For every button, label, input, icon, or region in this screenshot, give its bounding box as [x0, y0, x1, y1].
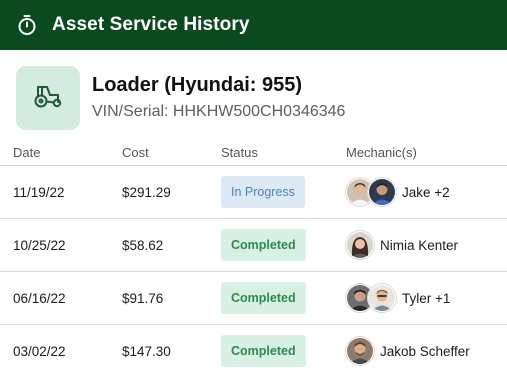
mechanic-name: Tyler +1	[402, 290, 451, 306]
row-mechanics: Jakob Scheffer	[346, 337, 507, 365]
asset-summary: Loader (Hyundai: 955) VIN/Serial: HHKHW5…	[0, 50, 507, 130]
row-mechanics: Tyler +1	[346, 284, 507, 312]
status-badge: Completed	[221, 335, 306, 367]
asset-service-history-card: Asset Service History Loader (Hyundai: 9…	[0, 0, 507, 377]
status-badge: Completed	[221, 229, 306, 261]
asset-icon-tile	[16, 66, 80, 130]
column-header-cost: Cost	[122, 145, 149, 160]
row-date: 11/19/22	[13, 184, 65, 200]
row-date: 10/25/22	[13, 237, 66, 253]
row-cost: $91.76	[122, 290, 164, 306]
stopwatch-icon	[16, 14, 38, 36]
avatar-stack	[346, 178, 396, 206]
table-row[interactable]: 11/19/22 $291.29 In Progress Jake +2	[0, 166, 507, 219]
row-date: 06/16/22	[13, 290, 66, 306]
column-header-mechanics: Mechanic(s)	[346, 145, 417, 160]
card-header: Asset Service History	[0, 0, 507, 50]
row-date: 03/02/22	[13, 343, 66, 359]
row-mechanics: Jake +2	[346, 178, 507, 206]
mechanic-name: Nimia Kenter	[380, 237, 459, 253]
avatar	[346, 337, 374, 365]
avatar	[346, 231, 374, 259]
tractor-icon	[32, 82, 64, 115]
avatar-stack	[346, 231, 374, 259]
row-cost: $147.30	[122, 343, 171, 359]
avatar	[368, 178, 396, 206]
mechanic-name: Jakob Scheffer	[380, 343, 470, 359]
table-row[interactable]: 10/25/22 $58.62 Completed Nimia Kenter	[0, 219, 507, 272]
table-row[interactable]: 03/02/22 $147.30 Completed Jakob Scheffe…	[0, 325, 507, 377]
header-title: Asset Service History	[52, 14, 250, 35]
avatar-stack	[346, 284, 396, 312]
mechanic-name: Jake +2	[402, 184, 450, 200]
column-header-status: Status	[221, 145, 258, 160]
service-history-table: Date Cost Status Mechanic(s) 11/19/22 $2…	[0, 140, 507, 377]
table-row[interactable]: 06/16/22 $91.76 Completed Tyler +1	[0, 272, 507, 325]
row-cost: $291.29	[122, 184, 171, 200]
status-badge: In Progress	[221, 176, 305, 208]
column-header-date: Date	[13, 145, 41, 160]
avatar-stack	[346, 337, 374, 365]
row-cost: $58.62	[122, 237, 164, 253]
asset-serial: VIN/Serial: HHKHW500CH0346346	[92, 103, 346, 120]
asset-name: Loader (Hyundai: 955)	[92, 74, 303, 96]
avatar	[368, 284, 396, 312]
row-mechanics: Nimia Kenter	[346, 231, 507, 259]
status-badge: Completed	[221, 282, 306, 314]
table-header: Date Cost Status Mechanic(s)	[0, 140, 507, 166]
